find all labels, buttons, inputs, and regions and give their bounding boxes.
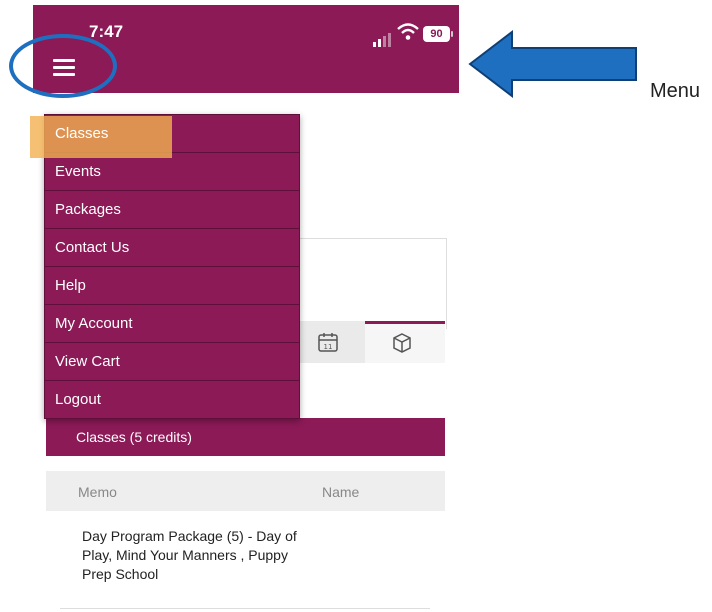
menu-item-logout[interactable]: Logout [45,381,299,418]
battery-icon: 90 [423,26,453,42]
menu-item-classes-label[interactable]: Classes [55,125,108,142]
section-header: Classes (5 credits) [46,418,445,456]
section-title: Classes (5 credits) [76,429,192,445]
svg-text:11: 11 [324,343,333,351]
annotation-circle [9,34,117,98]
table-row-memo: Day Program Package (5) - Day of Play, M… [82,528,297,582]
menu-item-help[interactable]: Help [45,267,299,305]
row-divider [60,608,430,609]
column-header-memo: Memo [78,484,117,500]
arrow-left-icon [468,30,637,98]
menu-item-view-cart[interactable]: View Cart [45,343,299,381]
menu-item-my-account[interactable]: My Account [45,305,299,343]
signal-icon [373,29,393,47]
menu-item-packages[interactable]: Packages [45,191,299,229]
table-header: Memo Name [46,471,445,511]
tab-calendar[interactable]: 11 [297,321,365,363]
menu-item-events[interactable]: Events [45,153,299,191]
calendar-icon: 11 [318,333,338,352]
column-header-name: Name [322,484,360,500]
wifi-icon [397,23,419,40]
package-box-icon [393,333,411,353]
menu-item-contact-us[interactable]: Contact Us [45,229,299,267]
tab-bar: 11 [297,321,445,363]
tab-packages[interactable] [365,321,445,363]
annotation-label: Menu [650,80,701,102]
nav-dropdown-menu: Classes Events Packages Contact Us Help … [44,114,300,419]
